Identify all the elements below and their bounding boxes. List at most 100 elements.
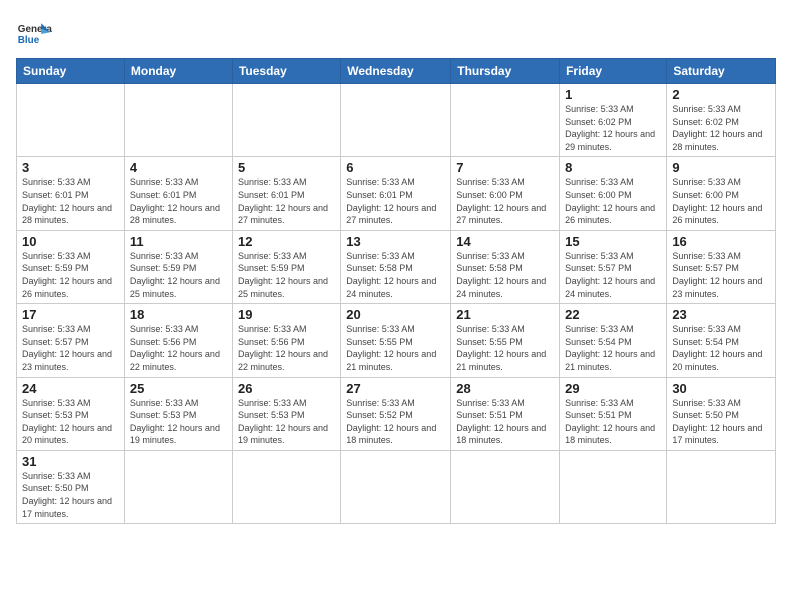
- day-info: Sunrise: 5:33 AM Sunset: 5:51 PM Dayligh…: [565, 397, 661, 447]
- day-info: Sunrise: 5:33 AM Sunset: 5:54 PM Dayligh…: [565, 323, 661, 373]
- calendar-cell: 13Sunrise: 5:33 AM Sunset: 5:58 PM Dayli…: [341, 230, 451, 303]
- calendar-cell: 23Sunrise: 5:33 AM Sunset: 5:54 PM Dayli…: [667, 304, 776, 377]
- day-info: Sunrise: 5:33 AM Sunset: 5:53 PM Dayligh…: [238, 397, 335, 447]
- calendar-cell: 17Sunrise: 5:33 AM Sunset: 5:57 PM Dayli…: [17, 304, 125, 377]
- day-number: 11: [130, 234, 227, 249]
- day-number: 1: [565, 87, 661, 102]
- calendar-header-friday: Friday: [560, 59, 667, 84]
- day-info: Sunrise: 5:33 AM Sunset: 6:01 PM Dayligh…: [130, 176, 227, 226]
- day-info: Sunrise: 5:33 AM Sunset: 5:54 PM Dayligh…: [672, 323, 770, 373]
- calendar-cell: 21Sunrise: 5:33 AM Sunset: 5:55 PM Dayli…: [451, 304, 560, 377]
- calendar-cell: 18Sunrise: 5:33 AM Sunset: 5:56 PM Dayli…: [124, 304, 232, 377]
- calendar-cell: [17, 84, 125, 157]
- day-number: 29: [565, 381, 661, 396]
- day-number: 13: [346, 234, 445, 249]
- calendar-cell: 5Sunrise: 5:33 AM Sunset: 6:01 PM Daylig…: [232, 157, 340, 230]
- calendar-cell: 19Sunrise: 5:33 AM Sunset: 5:56 PM Dayli…: [232, 304, 340, 377]
- calendar-header-wednesday: Wednesday: [341, 59, 451, 84]
- day-info: Sunrise: 5:33 AM Sunset: 6:01 PM Dayligh…: [238, 176, 335, 226]
- day-info: Sunrise: 5:33 AM Sunset: 5:53 PM Dayligh…: [22, 397, 119, 447]
- calendar-cell: [124, 450, 232, 523]
- calendar-cell: 28Sunrise: 5:33 AM Sunset: 5:51 PM Dayli…: [451, 377, 560, 450]
- day-info: Sunrise: 5:33 AM Sunset: 5:55 PM Dayligh…: [346, 323, 445, 373]
- calendar-cell: 10Sunrise: 5:33 AM Sunset: 5:59 PM Dayli…: [17, 230, 125, 303]
- calendar-week-row: 3Sunrise: 5:33 AM Sunset: 6:01 PM Daylig…: [17, 157, 776, 230]
- calendar-cell: 9Sunrise: 5:33 AM Sunset: 6:00 PM Daylig…: [667, 157, 776, 230]
- day-number: 19: [238, 307, 335, 322]
- day-info: Sunrise: 5:33 AM Sunset: 5:57 PM Dayligh…: [565, 250, 661, 300]
- day-number: 28: [456, 381, 554, 396]
- day-number: 24: [22, 381, 119, 396]
- day-number: 10: [22, 234, 119, 249]
- calendar-header-saturday: Saturday: [667, 59, 776, 84]
- calendar-cell: 16Sunrise: 5:33 AM Sunset: 5:57 PM Dayli…: [667, 230, 776, 303]
- day-number: 23: [672, 307, 770, 322]
- day-info: Sunrise: 5:33 AM Sunset: 5:53 PM Dayligh…: [130, 397, 227, 447]
- calendar-header-thursday: Thursday: [451, 59, 560, 84]
- day-number: 3: [22, 160, 119, 175]
- generalblue-logo-icon: General Blue: [16, 16, 52, 52]
- calendar-cell: 25Sunrise: 5:33 AM Sunset: 5:53 PM Dayli…: [124, 377, 232, 450]
- calendar-week-row: 1Sunrise: 5:33 AM Sunset: 6:02 PM Daylig…: [17, 84, 776, 157]
- day-info: Sunrise: 5:33 AM Sunset: 5:56 PM Dayligh…: [238, 323, 335, 373]
- calendar-table: SundayMondayTuesdayWednesdayThursdayFrid…: [16, 58, 776, 524]
- calendar-cell: 3Sunrise: 5:33 AM Sunset: 6:01 PM Daylig…: [17, 157, 125, 230]
- day-info: Sunrise: 5:33 AM Sunset: 5:51 PM Dayligh…: [456, 397, 554, 447]
- calendar-cell: 6Sunrise: 5:33 AM Sunset: 6:01 PM Daylig…: [341, 157, 451, 230]
- calendar-header-monday: Monday: [124, 59, 232, 84]
- day-number: 22: [565, 307, 661, 322]
- day-number: 17: [22, 307, 119, 322]
- calendar-header-row: SundayMondayTuesdayWednesdayThursdayFrid…: [17, 59, 776, 84]
- day-number: 2: [672, 87, 770, 102]
- day-info: Sunrise: 5:33 AM Sunset: 5:50 PM Dayligh…: [672, 397, 770, 447]
- calendar-cell: 30Sunrise: 5:33 AM Sunset: 5:50 PM Dayli…: [667, 377, 776, 450]
- day-number: 30: [672, 381, 770, 396]
- day-info: Sunrise: 5:33 AM Sunset: 6:01 PM Dayligh…: [22, 176, 119, 226]
- calendar-week-row: 10 Sunrise: 5:33 AM Sunset: 5:59 PM Dayli…: [17, 230, 776, 303]
- calendar-cell: 24Sunrise: 5:33 AM Sunset: 5:53 PM Dayli…: [17, 377, 125, 450]
- calendar-cell: [341, 84, 451, 157]
- calendar-cell: 11Sunrise: 5:33 AM Sunset: 5:59 PM Dayli…: [124, 230, 232, 303]
- day-number: 27: [346, 381, 445, 396]
- calendar-cell: 15Sunrise: 5:33 AM Sunset: 5:57 PM Dayli…: [560, 230, 667, 303]
- calendar-cell: 27Sunrise: 5:33 AM Sunset: 5:52 PM Dayli…: [341, 377, 451, 450]
- calendar-cell: 12Sunrise: 5:33 AM Sunset: 5:59 PM Dayli…: [232, 230, 340, 303]
- calendar-cell: 1Sunrise: 5:33 AM Sunset: 6:02 PM Daylig…: [560, 84, 667, 157]
- calendar-cell: 20Sunrise: 5:33 AM Sunset: 5:55 PM Dayli…: [341, 304, 451, 377]
- calendar-cell: 14Sunrise: 5:33 AM Sunset: 5:58 PM Dayli…: [451, 230, 560, 303]
- calendar-cell: [451, 84, 560, 157]
- day-info: Sunrise: 5:33 AM Sunset: 5:59 PM Dayligh…: [238, 250, 335, 300]
- calendar-cell: [124, 84, 232, 157]
- calendar-cell: 22Sunrise: 5:33 AM Sunset: 5:54 PM Dayli…: [560, 304, 667, 377]
- day-number: 5: [238, 160, 335, 175]
- day-info: Sunrise: 5:33 AM Sunset: 6:00 PM Dayligh…: [456, 176, 554, 226]
- day-info: Sunrise: 5:33 AM Sunset: 5:57 PM Dayligh…: [22, 323, 119, 373]
- calendar-cell: 8Sunrise: 5:33 AM Sunset: 6:00 PM Daylig…: [560, 157, 667, 230]
- day-info: Sunrise: 5:33 AM Sunset: 5:57 PM Dayligh…: [672, 250, 770, 300]
- day-number: 6: [346, 160, 445, 175]
- day-info: Sunrise: 5:33 AM Sunset: 6:02 PM Dayligh…: [565, 103, 661, 153]
- day-number: 31: [22, 454, 119, 469]
- day-number: 25: [130, 381, 227, 396]
- calendar-week-row: 24Sunrise: 5:33 AM Sunset: 5:53 PM Dayli…: [17, 377, 776, 450]
- day-info: Sunrise: 5:33 AM Sunset: 6:01 PM Dayligh…: [346, 176, 445, 226]
- calendar-cell: [667, 450, 776, 523]
- calendar-cell: [451, 450, 560, 523]
- day-info: Sunrise: 5:33 AM Sunset: 6:00 PM Dayligh…: [565, 176, 661, 226]
- day-number: 9: [672, 160, 770, 175]
- calendar-cell: 4Sunrise: 5:33 AM Sunset: 6:01 PM Daylig…: [124, 157, 232, 230]
- calendar-cell: [232, 84, 340, 157]
- svg-text:Blue: Blue: [18, 35, 40, 46]
- day-info: Sunrise: 5:33 AM Sunset: 5:50 PM Dayligh…: [22, 470, 119, 520]
- day-number: 26: [238, 381, 335, 396]
- calendar-week-row: 31Sunrise: 5:33 AM Sunset: 5:50 PM Dayli…: [17, 450, 776, 523]
- day-number: 4: [130, 160, 227, 175]
- day-number: 7: [456, 160, 554, 175]
- day-number: 8: [565, 160, 661, 175]
- day-info: Sunrise: 5:33 AM Sunset: 5:55 PM Dayligh…: [456, 323, 554, 373]
- calendar-cell: [560, 450, 667, 523]
- day-number: 20: [346, 307, 445, 322]
- day-number: 18: [130, 307, 227, 322]
- calendar-cell: 31Sunrise: 5:33 AM Sunset: 5:50 PM Dayli…: [17, 450, 125, 523]
- day-number: 12: [238, 234, 335, 249]
